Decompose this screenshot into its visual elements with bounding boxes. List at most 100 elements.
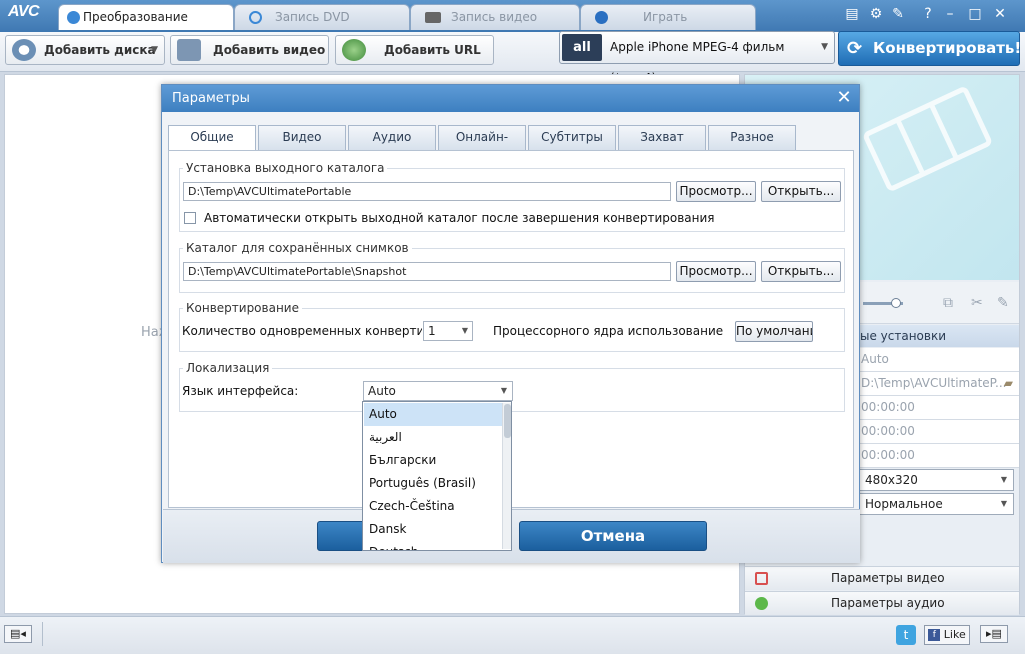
group-legend: Каталог для сохранённых снимков bbox=[183, 241, 412, 255]
output-open-button[interactable]: Открыть... bbox=[761, 181, 841, 202]
film-add-icon bbox=[177, 39, 201, 61]
scissors-icon[interactable]: ✂ bbox=[971, 295, 983, 311]
facebook-like-button[interactable]: f Like bbox=[924, 625, 970, 645]
language-dropdown-list[interactable]: Auto العربية Български Português (Brasil… bbox=[362, 401, 512, 551]
chevron-down-icon: ▼ bbox=[821, 42, 828, 52]
group-legend: Установка выходного каталога bbox=[183, 161, 388, 175]
close-icon[interactable]: ✕ bbox=[834, 88, 854, 108]
globe-add-icon bbox=[342, 39, 366, 61]
chevron-down-icon: ▼ bbox=[500, 386, 507, 395]
language-option[interactable]: Български bbox=[364, 449, 502, 472]
resolution-value: 480x320 bbox=[865, 473, 918, 487]
add-url-label: Добавить URL bbox=[384, 43, 481, 57]
snapshot-dir-field[interactable]: D:\Temp\AVCUltimatePortable\Snapshot bbox=[183, 262, 671, 281]
scrollbar-thumb[interactable] bbox=[504, 404, 511, 438]
add-video-label: Добавить видео bbox=[213, 43, 326, 57]
language-option[interactable]: العربية bbox=[364, 426, 502, 449]
concurrent-value: 1 bbox=[428, 324, 436, 338]
settings-row[interactable]: 00:00:00 bbox=[858, 444, 1019, 468]
language-option[interactable]: Czech-Čeština bbox=[364, 495, 502, 518]
chevron-down-icon: ▼ bbox=[461, 326, 468, 335]
basic-settings-header[interactable]: ые установки bbox=[858, 325, 1019, 347]
snapshot-browse-button[interactable]: Просмотр... bbox=[676, 261, 756, 282]
collapse-right-button[interactable]: ▸▤ bbox=[980, 625, 1008, 643]
output-browse-button[interactable]: Просмотр... bbox=[676, 181, 756, 202]
settings-row[interactable]: 00:00:00 bbox=[858, 396, 1019, 420]
add-video-button[interactable]: Добавить видео bbox=[170, 35, 329, 65]
disc-add-icon bbox=[12, 39, 36, 61]
resolution-select[interactable]: 480x320 ▼ bbox=[858, 469, 1014, 491]
output-profile-select[interactable]: all Apple iPhone MPEG-4 фильм (*.mp4) ▼ bbox=[559, 31, 835, 85]
language-option[interactable]: Auto bbox=[364, 403, 502, 426]
language-option[interactable]: Deutsch bbox=[364, 541, 502, 550]
wrench-icon[interactable]: ✎ bbox=[997, 295, 1009, 311]
tab-label: Преобразование bbox=[83, 10, 188, 24]
auto-open-label: Автоматически открыть выходной каталог п… bbox=[204, 211, 715, 225]
language-select[interactable]: Auto ▼ bbox=[363, 381, 513, 401]
status-bar bbox=[0, 616, 1025, 654]
tab-convert[interactable]: Преобразование bbox=[58, 4, 234, 30]
twitter-icon[interactable]: t bbox=[896, 625, 916, 645]
language-label: Язык интерфейса: bbox=[182, 384, 299, 398]
concurrent-label: Количество одновременных конвертирован bbox=[182, 324, 422, 338]
tab-misc[interactable]: Разное bbox=[708, 125, 796, 150]
settings-row[interactable]: Auto bbox=[858, 348, 1019, 372]
tab-video[interactable]: Видео bbox=[258, 125, 346, 150]
audio-params-panel[interactable]: Параметры аудио bbox=[745, 591, 1019, 615]
gear-icon[interactable]: ⚙ bbox=[866, 4, 886, 24]
settings-row[interactable]: 00:00:00 bbox=[858, 420, 1019, 444]
play-icon bbox=[595, 11, 608, 24]
copy-icon[interactable]: ⧉ bbox=[943, 295, 953, 311]
film-icon bbox=[425, 12, 441, 23]
tab-play[interactable]: Играть bbox=[580, 4, 756, 30]
app-logo: AVC bbox=[8, 3, 40, 20]
tab-subtitles[interactable]: Субтитры bbox=[528, 125, 616, 150]
convert-button[interactable]: ⟳ Конвертировать! bbox=[838, 31, 1021, 66]
settings-row[interactable]: D:\Temp\AVCUltimateP... ▰ bbox=[858, 372, 1019, 396]
audio-params-label: Параметры аудио bbox=[831, 596, 945, 610]
tab-online-video[interactable]: Онлайн-видео bbox=[438, 125, 526, 167]
tab-audio[interactable]: Аудио bbox=[348, 125, 436, 150]
language-option[interactable]: Português (Brasil) bbox=[364, 472, 502, 495]
collapse-left-button[interactable]: ▤◂ bbox=[4, 625, 32, 643]
folder-icon[interactable]: ▰ bbox=[1004, 372, 1013, 395]
tab-video-record[interactable]: Запись видео bbox=[410, 4, 580, 30]
cpu-cores-label: Процессорного ядра использование bbox=[493, 324, 724, 338]
output-path-value: D:\Temp\AVCUltimateP... bbox=[861, 376, 1007, 390]
tab-screen-capture[interactable]: Захват экрана bbox=[618, 125, 706, 167]
cpu-cores-select[interactable]: По умолчани bbox=[735, 321, 813, 342]
help-icon[interactable]: ? bbox=[918, 4, 938, 24]
tab-general[interactable]: Общие bbox=[168, 125, 256, 151]
concurrent-select[interactable]: 1 ▼ bbox=[423, 321, 473, 341]
cancel-button[interactable]: Отмена bbox=[519, 521, 707, 551]
add-disc-button[interactable]: Добавить диска ▼ bbox=[5, 35, 165, 65]
menu-icon[interactable]: ▤ bbox=[842, 4, 862, 24]
tab-dvd-burn[interactable]: Запись DVD bbox=[234, 4, 410, 30]
film-icon bbox=[755, 572, 768, 585]
profile-icon: all bbox=[562, 34, 602, 61]
slider-handle[interactable] bbox=[891, 298, 901, 308]
refresh-icon: ⟳ bbox=[847, 38, 863, 59]
output-dir-field[interactable]: D:\Temp\AVCUltimatePortable bbox=[183, 182, 671, 201]
dialog-title: Параметры bbox=[162, 85, 859, 112]
video-params-panel[interactable]: Параметры видео bbox=[745, 566, 1019, 590]
close-button[interactable]: ✕ bbox=[990, 4, 1010, 24]
chevron-down-icon: ▼ bbox=[151, 45, 158, 55]
speaker-icon bbox=[755, 597, 768, 610]
group-legend: Локализация bbox=[183, 361, 273, 375]
quality-select[interactable]: Нормальное ▼ bbox=[858, 493, 1014, 515]
snapshot-open-button[interactable]: Открыть... bbox=[761, 261, 841, 282]
add-url-button[interactable]: Добавить URL bbox=[335, 35, 494, 65]
minimize-button[interactable]: – bbox=[940, 4, 960, 24]
chevron-down-icon: ▼ bbox=[1000, 499, 1007, 508]
language-option[interactable]: Dansk bbox=[364, 518, 502, 541]
tools-icon[interactable]: ✎ bbox=[888, 4, 908, 24]
maximize-button[interactable]: □ bbox=[965, 4, 985, 24]
dropdown-scrollbar[interactable] bbox=[502, 403, 511, 549]
tab-label: Запись DVD bbox=[275, 10, 350, 24]
video-params-label: Параметры видео bbox=[831, 571, 945, 585]
quality-value: Нормальное bbox=[865, 497, 943, 511]
auto-open-checkbox[interactable] bbox=[184, 212, 196, 224]
tab-label: Играть bbox=[643, 10, 688, 24]
divider bbox=[42, 622, 43, 646]
